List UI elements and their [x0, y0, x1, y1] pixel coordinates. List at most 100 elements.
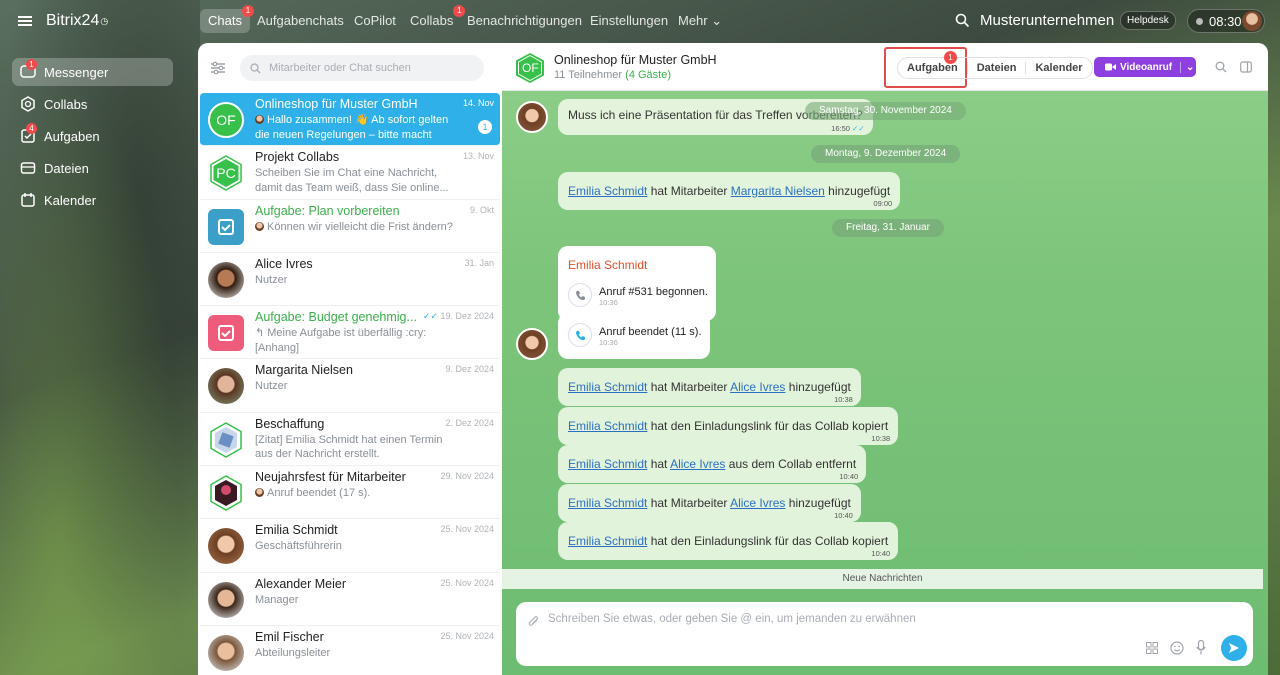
chat-name: Alice Ivres [255, 256, 313, 271]
system-message[interactable]: Emilia Schmidt hat den Einladungslink fü… [558, 407, 899, 445]
search-icon[interactable] [1215, 61, 1227, 73]
message-text: hinzugefügt [788, 380, 851, 394]
system-message[interactable]: Emilia Schmidt hat Mitarbeiter Alice Ivr… [558, 368, 861, 406]
search-input[interactable]: Mitarbeiter oder Chat suchen [240, 55, 484, 81]
nav-item-messenger[interactable]: 1 Messenger [12, 58, 173, 86]
user-avatar [208, 634, 244, 671]
date-text: 19. Dez 2024 [440, 311, 494, 322]
call-message[interactable]: Emilia Schmidt Anruf #531 begonnen. 10:36 [558, 246, 716, 321]
send-button[interactable] [1221, 635, 1247, 661]
clock-mark-icon: ◷ [100, 15, 109, 26]
chevron-down-icon[interactable]: ⌄ [1180, 61, 1194, 73]
chat-list-item[interactable]: Neujahrsfest für Mitarbeiter 29. Nov 202… [200, 466, 500, 520]
emoji-icon[interactable] [1170, 641, 1184, 655]
video-call-button[interactable]: Videoanruf ⌄ [1094, 57, 1196, 77]
system-message[interactable]: Emilia Schmidt hat Alice Ivres aus dem C… [558, 445, 867, 483]
chat-date: 25. Nov 2024 [440, 524, 494, 535]
call-message[interactable]: Anruf beendet (11 s). 10:36 [558, 313, 710, 359]
filter-icon[interactable] [210, 61, 226, 75]
chat-date: 13. Nov [462, 151, 494, 162]
message-time: 10:40 [871, 549, 891, 558]
tab-einstellungen[interactable]: Einstellungen [582, 9, 676, 33]
video-call-label: Videoanruf [1120, 61, 1173, 73]
segment-dateien[interactable]: Dateien [968, 62, 1027, 74]
aufgaben-badge: 1 [944, 51, 957, 64]
date-divider: Freitag, 31. Januar [832, 219, 944, 237]
chat-title[interactable]: Onlineshop für Muster GmbH [554, 53, 717, 67]
user-avatar[interactable] [1242, 11, 1262, 31]
tab-mehr[interactable]: Mehr ⌄ [670, 9, 730, 33]
helpdesk-button[interactable]: Helpdesk [1120, 11, 1176, 30]
chat-list-item[interactable]: OF Onlineshop für Muster GmbH 14. Nov Ha… [200, 93, 500, 155]
nav-label: Collabs [44, 96, 88, 112]
user-link[interactable]: Emilia Schmidt [568, 184, 647, 198]
chat-list-item[interactable]: Alice Ivres 31. Jan Nutzer [200, 253, 500, 307]
message-text: aus dem Collab entfernt [728, 457, 857, 471]
time-text: 16:50 [831, 124, 850, 133]
chat-name: Emil Fischer [255, 629, 324, 644]
tab-collabs[interactable]: Collabs 1 [402, 5, 466, 33]
chat-list-item[interactable]: Aufgabe: Plan vorbereiten 9. Okt Können … [200, 200, 500, 253]
tab-label: Aufgabenchats [257, 13, 344, 28]
sender-avatar [255, 488, 264, 498]
worktime-button[interactable]: 08:30 [1187, 9, 1265, 33]
task-icon [208, 208, 244, 245]
chat-list-item[interactable]: Emilia Schmidt 25. Nov 2024 Geschäftsfüh… [200, 519, 500, 573]
user-link[interactable]: Emilia Schmidt [568, 496, 647, 510]
collabs-icon [20, 96, 36, 112]
search-icon[interactable] [955, 13, 970, 28]
chat-list-item[interactable]: Margarita Nielsen 9. Dez 2024 Nutzer [200, 359, 500, 413]
tab-benachrichtigungen[interactable]: Benachrichtigungen [459, 9, 590, 33]
system-message[interactable]: Emilia Schmidt hat Mitarbeiter Margarita… [558, 172, 901, 210]
user-link[interactable]: Alice Ivres [730, 380, 785, 394]
user-link[interactable]: Emilia Schmidt [568, 380, 647, 394]
user-link[interactable]: Margarita Nielsen [731, 184, 825, 198]
user-avatar [208, 368, 244, 405]
microphone-icon[interactable] [1196, 640, 1206, 655]
chat-list-item[interactable]: Emil Fischer 25. Nov 2024 Abteilungsleit… [200, 626, 500, 675]
system-message[interactable]: Emilia Schmidt hat den Einladungslink fü… [558, 522, 899, 560]
user-link[interactable]: Emilia Schmidt [568, 534, 647, 548]
brand[interactable]: Bitrix24 ◷ [18, 12, 108, 30]
system-message[interactable]: Emilia Schmidt hat Mitarbeiter Alice Ivr… [558, 484, 861, 522]
tab-aufgabenchats[interactable]: Aufgabenchats [249, 9, 352, 33]
apps-icon[interactable] [1146, 642, 1158, 654]
chat-date: 2. Dez 2024 [445, 417, 494, 428]
chat-subtitle[interactable]: 11 Teilnehmer (4 Gäste) [554, 69, 671, 81]
nav-item-kalender[interactable]: Kalender [12, 186, 173, 214]
user-link[interactable]: Emilia Schmidt [568, 419, 647, 433]
company-name[interactable]: Musterunternehmen [980, 12, 1114, 29]
sender-avatar[interactable] [516, 328, 548, 360]
chat-list-item[interactable]: Beschaffung 2. Dez 2024 [Zitat] Emilia S… [200, 413, 500, 467]
tab-copilot[interactable]: CoPilot [346, 9, 404, 33]
sender-avatar[interactable] [516, 101, 548, 133]
attachment-icon[interactable] [528, 615, 540, 628]
segment-kalender[interactable]: Kalender [1026, 62, 1091, 74]
message-text: hinzugefügt [828, 184, 891, 198]
tasks-icon: 4 [20, 123, 37, 144]
calendar-icon [20, 192, 36, 208]
segment-aufgaben[interactable]: Aufgaben [898, 62, 968, 74]
nav-item-collabs[interactable]: Collabs [12, 90, 173, 118]
sidebar-toggle-icon[interactable] [1240, 61, 1252, 73]
chat-list-item[interactable]: Alexander Meier 25. Nov 2024 Manager [200, 573, 500, 626]
call-text: Anruf #531 begonnen. [599, 285, 708, 298]
chat-avatar[interactable]: OF [514, 52, 546, 84]
nav-item-dateien[interactable]: Dateien [12, 154, 173, 182]
tab-chats[interactable]: Chats 1 [200, 5, 254, 33]
preview-text: Anruf beendet (17 s). [267, 487, 371, 500]
message-composer[interactable]: Schreiben Sie etwas, oder geben Sie @ ei… [516, 602, 1253, 666]
user-link[interactable]: Alice Ivres [730, 496, 785, 510]
message-list: Muss ich eine Präsentation für das Treff… [502, 91, 1268, 571]
user-link[interactable]: Alice Ivres [670, 457, 725, 471]
sender-name[interactable]: Emilia Schmidt [568, 258, 647, 272]
nav-item-aufgaben[interactable]: 4 Aufgaben [12, 122, 173, 150]
tab-label: Chats [208, 13, 242, 28]
tab-label: Einstellungen [590, 13, 669, 28]
user-link[interactable]: Emilia Schmidt [568, 457, 647, 471]
chat-list-item[interactable]: PC Projekt Collabs 13. Nov Scheiben Sie … [200, 146, 500, 200]
menu-icon[interactable] [18, 16, 32, 26]
chat-list-item[interactable]: Aufgabe: Budget genehmig... ✓✓ 19. Dez 2… [200, 306, 500, 360]
unread-counter: 1 [478, 120, 492, 134]
message-time: 10:40 [839, 472, 859, 481]
